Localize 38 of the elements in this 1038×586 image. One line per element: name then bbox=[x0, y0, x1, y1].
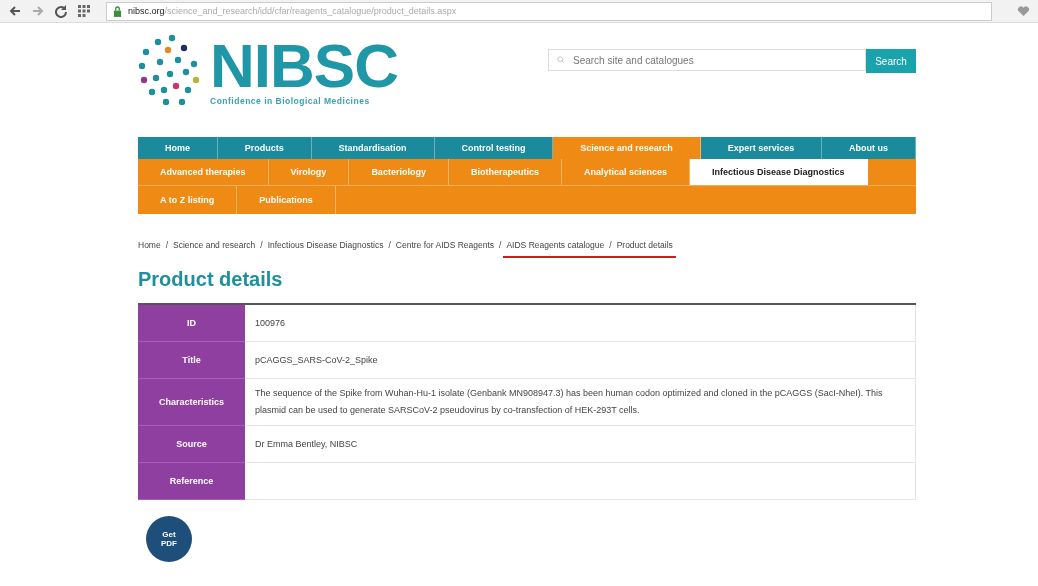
logo-tagline: Confidence in Biological Medicines bbox=[210, 96, 371, 106]
back-icon[interactable] bbox=[8, 4, 22, 18]
nav-tab[interactable]: Science and research bbox=[553, 137, 701, 159]
lock-icon bbox=[113, 5, 122, 17]
nav-tab[interactable]: Publications bbox=[237, 186, 336, 214]
breadcrumb-link[interactable]: Home bbox=[138, 240, 164, 258]
breadcrumb-link[interactable]: Infectious Disease Diagnostics bbox=[264, 240, 387, 258]
table-cell: pCAGGS_SARS-CoV-2_Spike bbox=[245, 341, 916, 379]
heart-icon[interactable] bbox=[1017, 5, 1030, 17]
table-cell: The sequence of the Spike from Wuhan-Hu-1 isolate (Genbank MN908947.3) has been human codon optimized and cloned in the pCAGGS (SacI-NheI). This plasmid can be used to generate SARSCoV-2 pseudovirus by co-transfection of HEK-293T cells. bbox=[245, 378, 916, 426]
breadcrumb-separator: / bbox=[387, 240, 392, 252]
breadcrumb-link[interactable]: Centre for AIDS Reagents bbox=[392, 240, 498, 258]
page-heading: Product details bbox=[138, 268, 284, 291]
row-label: Source bbox=[138, 425, 245, 463]
breadcrumb-link[interactable]: Product details bbox=[613, 240, 676, 258]
breadcrumb-separator: / bbox=[164, 240, 170, 252]
table-cell: Dr Emma Bentley, NIBSC bbox=[245, 425, 916, 463]
search-button[interactable]: Search bbox=[866, 49, 916, 73]
search-icon bbox=[557, 56, 565, 64]
breadcrumb-link[interactable]: AIDS Reagents catalogue bbox=[503, 240, 608, 258]
row-label: Reference bbox=[138, 462, 245, 500]
breadcrumb-separator: / bbox=[607, 240, 614, 258]
breadcrumb-separator: / bbox=[498, 240, 503, 252]
nav-tab[interactable]: Infectious Disease Diagnostics bbox=[689, 159, 868, 185]
breadcrumb-separator: / bbox=[259, 240, 264, 252]
nav-tab[interactable]: A to Z listing bbox=[138, 186, 238, 214]
logo-title: NIBSC bbox=[210, 36, 398, 96]
row-label: Title bbox=[138, 341, 245, 379]
get-pdf-button[interactable]: Get PDF bbox=[146, 516, 192, 562]
row-label: ID bbox=[138, 304, 245, 342]
url-text: nibsc.org/science_and_research/idd/cfar/reagents_catalogue/product_details.aspx bbox=[128, 6, 457, 16]
row-label: Characteristics bbox=[138, 378, 245, 426]
address-bar[interactable]: nibsc.org/science_and_research/idd/cfar/reagents_catalogue/product_details.aspx bbox=[106, 1, 992, 21]
apps-icon[interactable] bbox=[77, 4, 91, 18]
breadcrumb-link[interactable]: Science and research bbox=[170, 240, 259, 258]
table-cell: 100976 bbox=[245, 304, 916, 342]
search-field[interactable]: Search site and catalogues bbox=[548, 49, 866, 71]
reload-icon[interactable] bbox=[54, 4, 68, 18]
